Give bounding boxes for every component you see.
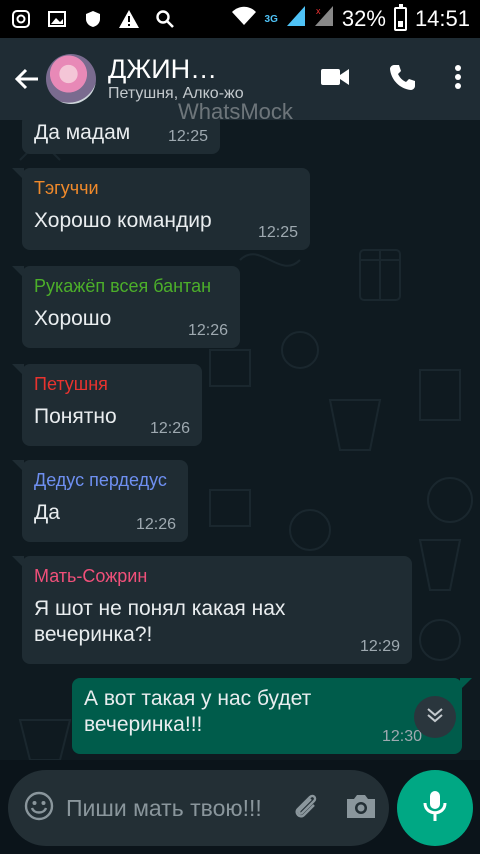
message-sender: Дедус пердедус [34, 470, 167, 490]
network-type-label: 3G [264, 13, 278, 25]
message-input[interactable]: Пиши мать твою!!! [66, 793, 266, 823]
message-bubble[interactable]: Петушня Понятно 12:26 [12, 364, 202, 446]
chat-title-block[interactable]: ДЖИН… Петушня, Алко-жо [108, 54, 283, 104]
back-arrow-icon[interactable] [12, 64, 42, 94]
message-bubble[interactable]: Рукажёп всея бантан Хорошо 12:26 [12, 266, 240, 348]
status-bar: 3G x 32% 14:51 [0, 0, 480, 38]
phone-icon[interactable] [388, 63, 416, 96]
emoji-icon[interactable] [24, 791, 54, 826]
avatar[interactable] [46, 54, 96, 104]
watermark: WhatsMock [178, 99, 293, 124]
chat-area[interactable]: Да мадам 12:25 Тэгуччи Хорошо командир 1… [0, 120, 480, 760]
message-sender: Мать-Сожрин [34, 566, 148, 586]
mic-button[interactable] [397, 770, 473, 846]
attach-icon[interactable] [291, 791, 321, 826]
shield-icon [82, 8, 104, 30]
message-bubble[interactable]: Мать-Сожрин Я шот не понял какая нах веч… [12, 556, 412, 664]
message-time: 12:30 [381, 728, 422, 745]
camera-icon[interactable] [345, 792, 377, 825]
scroll-down-icon [425, 707, 445, 728]
signal-off-icon: x [314, 5, 334, 33]
message-time: 12:25 [167, 128, 208, 145]
more-vert-icon[interactable] [454, 64, 462, 95]
signal-icon [286, 5, 306, 33]
message-sender: Тэгуччи [34, 178, 99, 198]
message-sender: Рукажёп всея бантан [34, 276, 212, 296]
message-text: А вот такая у нас будет вечеринка!!! [84, 687, 312, 736]
battery-icon [393, 4, 407, 31]
search-icon [154, 8, 176, 30]
message-time: 12:26 [187, 322, 228, 339]
chat-title: ДЖИН… [108, 54, 218, 84]
message-bubble[interactable]: Тэгуччи Хорошо командир 12:25 [12, 168, 310, 250]
instagram-icon [10, 8, 32, 30]
message-input-bar[interactable]: Пиши мать твою!!! [8, 770, 389, 846]
message-time: 12:29 [359, 638, 400, 655]
message-bubble[interactable]: Да мадам 12:25 [22, 120, 220, 154]
message-time: 12:25 [257, 224, 298, 241]
mic-icon [422, 789, 448, 828]
svg-text:x: x [316, 6, 321, 16]
scroll-down-button[interactable] [414, 696, 456, 738]
battery-percent: 32% [341, 6, 386, 31]
message-time: 12:26 [149, 420, 190, 437]
message-bubble[interactable]: Дедус пердедус Да 12:26 [12, 460, 188, 542]
status-time: 14:51 [414, 6, 470, 31]
message-time: 12:26 [135, 516, 176, 533]
gallery-icon [46, 8, 68, 30]
message-sender: Петушня [34, 374, 108, 394]
wifi-icon [231, 6, 257, 32]
message-text: Я шот не понял какая нах вечеринка?! [34, 597, 286, 646]
message-bubble-outgoing[interactable]: А вот такая у нас будет вечеринка!!! 12:… [72, 678, 472, 754]
video-call-icon[interactable] [320, 66, 350, 93]
warning-icon [118, 8, 140, 30]
